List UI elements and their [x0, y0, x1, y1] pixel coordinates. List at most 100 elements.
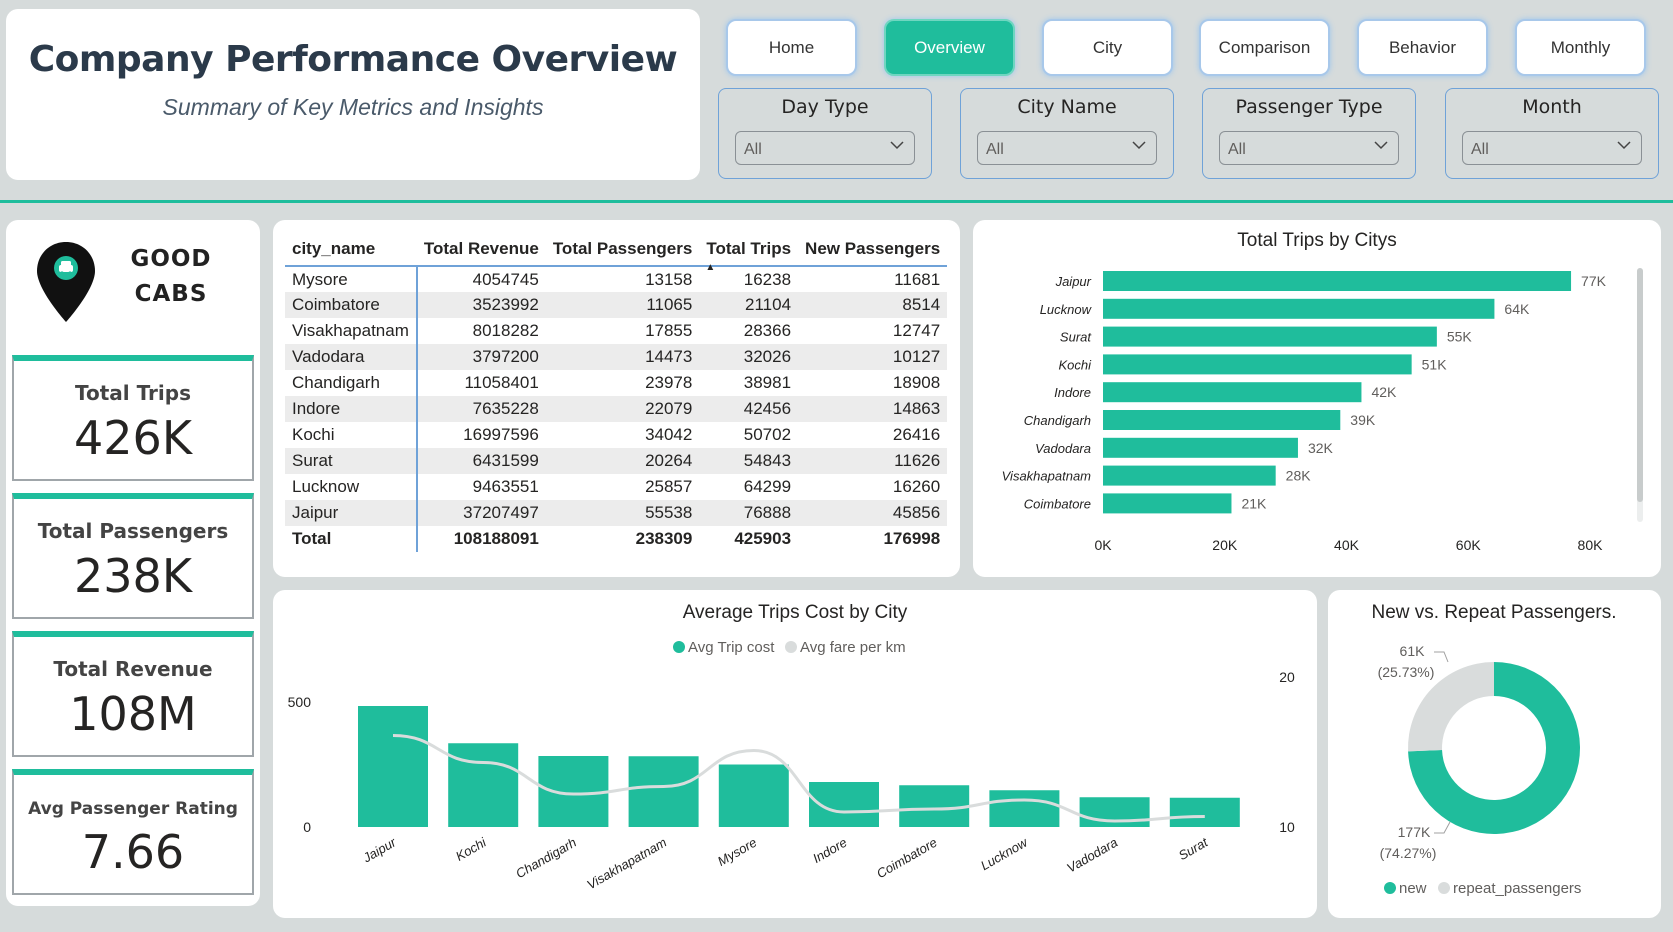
x-tick-label: 80K [1578, 537, 1604, 553]
x-tick-label: Surat [1176, 834, 1212, 863]
dropdown-value: All [744, 141, 762, 158]
table-cell: 37207497 [416, 500, 546, 526]
table-cell: 108188091 [453, 529, 539, 548]
table-cell: 42456 [699, 396, 799, 422]
bar [1103, 326, 1437, 347]
day-type-dropdown[interactable]: All [735, 131, 915, 165]
table-cell: 14473 [545, 344, 700, 370]
city-name-dropdown[interactable]: All [977, 131, 1157, 165]
x-tick-label: 40K [1334, 537, 1360, 553]
table-total-row: Total 108188091 238309 425903 176998 [285, 526, 947, 552]
table-cell: 20264 [545, 448, 700, 474]
table-row[interactable]: Mysore 4054745 13158 16238 11681 [285, 266, 947, 292]
chevron-down-icon [1132, 141, 1146, 150]
bar [1103, 410, 1341, 430]
city-summary-table: city_name Total Revenue Total Passengers… [285, 232, 948, 552]
table-cell: 54843 [699, 448, 799, 474]
y-tick-label: Kochi [1058, 357, 1092, 372]
y-tick-label: Surat [1060, 330, 1092, 345]
column-header[interactable]: city_name [285, 232, 417, 267]
table-cell: 21104 [699, 292, 799, 318]
table-cell: 22079 [545, 396, 700, 422]
data-label: 21K [1241, 495, 1267, 511]
nav-behavior-button[interactable]: Behavior [1357, 19, 1488, 76]
page-title: Company Performance Overview [28, 39, 678, 80]
data-label: 177K [1398, 824, 1431, 840]
table-cell: 425903 [734, 529, 792, 548]
table-cell: 45856 [798, 500, 948, 526]
leader-line [1434, 821, 1451, 834]
brand-line-2: CABS [134, 281, 208, 307]
table-cell: 3797200 [416, 344, 546, 370]
nav-overview-button[interactable]: Overview [884, 19, 1015, 76]
y-tick-label: Jaipur [1055, 274, 1092, 289]
table-cell: 8514 [798, 292, 948, 318]
table-row[interactable]: Kochi 16997596 34042 50702 26416 [285, 422, 947, 448]
kpi-label: Avg Passenger Rating [28, 799, 238, 819]
table-cell: 38981 [743, 373, 792, 392]
slicer-label: City Name [1017, 96, 1117, 118]
table-cell: 64299 [743, 477, 792, 496]
table-cell: 14863 [798, 396, 948, 422]
x-tick-label: Indore [810, 835, 849, 866]
table-cell: Indore [285, 396, 418, 422]
column-header[interactable]: Total Revenue [416, 232, 546, 267]
nav-comparison-button[interactable]: Comparison [1199, 19, 1330, 76]
kpi-value: 426K [74, 411, 192, 465]
x-tick-label: Chandigarh [513, 835, 579, 882]
nav-monthly-button[interactable]: Monthly [1515, 19, 1646, 76]
nav-city-button[interactable]: City [1042, 19, 1173, 76]
nav-home-button[interactable]: Home [726, 19, 857, 76]
table-cell: 18908 [892, 373, 941, 392]
legend-label: repeat_passengers [1453, 880, 1581, 897]
y-tick-label: Lucknow [1040, 302, 1093, 317]
table-row[interactable]: Surat 6431599 20264 54843 11626 [285, 448, 948, 474]
legend-marker [1384, 882, 1396, 894]
month-dropdown[interactable]: All [1462, 131, 1642, 165]
table-row[interactable]: Jaipur 37207497 55538 76888 45856 [285, 500, 948, 526]
page-subtitle: Summary of Key Metrics and Insights [162, 94, 544, 120]
table-row[interactable]: Lucknow 9463551 25857 64299 16260 [285, 474, 947, 500]
dropdown-value: All [1471, 141, 1489, 158]
new-vs-repeat-donut-chart: New vs. Repeat Passengers. 61K (25.73%) 177… [1371, 602, 1616, 897]
kpi-total-trips: Total Trips 426K [12, 355, 254, 481]
dropdown-value: All [986, 141, 1004, 158]
y2-tick-label: 10 [1279, 819, 1295, 835]
column-header[interactable]: New Passengers [798, 232, 948, 267]
table-cell: Chandigarh [285, 370, 418, 396]
data-label: 64K [1504, 301, 1530, 317]
table-cell: 76888 [699, 500, 799, 526]
y-tick-label: Visakhapatnam [1002, 469, 1092, 484]
data-label: 39K [1350, 412, 1376, 428]
table-row[interactable]: Chandigarh 11058401 23978 38981 18908 [285, 370, 947, 396]
table-cell: Total [285, 526, 418, 552]
table-row[interactable]: Indore 7635228 22079 42456 14863 [285, 396, 948, 422]
data-label: 32K [1308, 440, 1334, 456]
chevron-down-icon [1374, 141, 1388, 150]
x-tick-label: 60K [1456, 537, 1482, 553]
column-header[interactable]: Total Passengers [545, 232, 700, 267]
kpi-label: Total Revenue [53, 657, 213, 681]
total-trips-chart-card: Total Trips by Citys Jaipur 77K Lucknow 64K S… [973, 220, 1661, 577]
table-row[interactable]: Visakhapatnam 8018282 17855 28366 12747 [285, 318, 947, 344]
bar [1169, 797, 1240, 827]
legend-marker [785, 641, 797, 653]
kpi-label: Total Passengers [37, 519, 229, 543]
y-tick-label: 0 [303, 819, 311, 835]
x-tick-label: Vadodara [1064, 835, 1120, 876]
legend-label: Avg Trip cost [688, 639, 775, 656]
table-cell: 28366 [743, 321, 792, 340]
table-cell: 7635228 [416, 396, 546, 422]
table-cell: 11065 [545, 292, 700, 318]
table-cell: 32026 [699, 344, 799, 370]
title-card: Company Performance Overview Summary of … [6, 9, 700, 180]
table-cell: 16260 [892, 477, 941, 496]
table-cell: 25857 [645, 477, 693, 496]
table-row[interactable]: Vadodara 3797200 14473 32026 10127 [285, 344, 948, 370]
table-row[interactable]: Coimbatore 3523992 11065 21104 8514 [285, 292, 948, 318]
table-cell: 16997596 [463, 425, 539, 444]
passenger-type-dropdown[interactable]: All [1219, 131, 1399, 165]
bar [989, 790, 1060, 827]
y-tick-label: 500 [288, 694, 312, 710]
column-header[interactable]: Total Trips ▲ [699, 232, 799, 273]
